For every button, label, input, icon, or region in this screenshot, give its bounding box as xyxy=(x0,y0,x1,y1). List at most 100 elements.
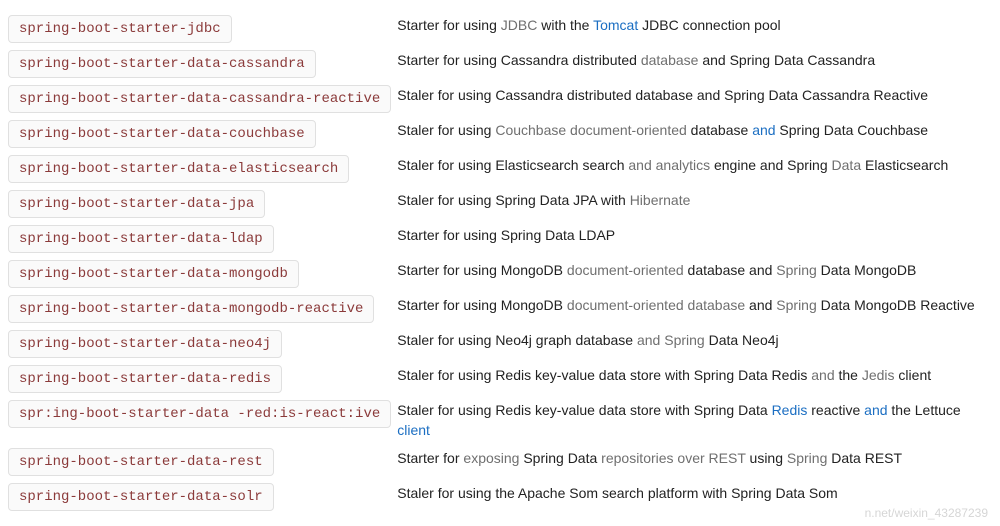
starter-name: spring-boot-starter-data-mongodb xyxy=(8,260,299,288)
starter-cell: spr:ing-boot-starter-data -red:is-react:… xyxy=(8,400,397,441)
starter-cell: spring-boot-starter-data-neo4j xyxy=(8,330,397,358)
starter-description: Starter for using MongoDB document-orien… xyxy=(397,260,992,288)
desc-text: and Spring Data Cassandra xyxy=(698,52,875,68)
desc-text: Starter for using Spring Data LDAP xyxy=(397,227,615,243)
desc-muted: repositories over REST xyxy=(601,450,745,466)
desc-muted: Jedis xyxy=(862,367,895,383)
desc-text: Staler for using Spring Data JPA with xyxy=(397,192,629,208)
table-row: spring-boot-starter-data-mongodb Starter … xyxy=(8,260,992,288)
starter-cell: spring-boot-starter-data-elasticsearch xyxy=(8,155,397,183)
starter-name: spring-boot-starter-data-cassandra xyxy=(8,50,316,78)
desc-muted: Spring xyxy=(776,262,816,278)
desc-muted: exposing xyxy=(463,450,519,466)
desc-text: Starter for xyxy=(397,450,463,466)
desc-muted: database xyxy=(641,52,699,68)
starter-name: spr:ing-boot-starter-data -red:is-react:… xyxy=(8,400,391,428)
starter-cell: spring-boot-starter-data-cassandra-react… xyxy=(8,85,397,113)
starter-name: spring-boot-starter-data-mongodb-reactiv… xyxy=(8,295,374,323)
desc-muted: and Spring xyxy=(637,332,705,348)
starter-name: spring-boot-starter-data-rest xyxy=(8,448,274,476)
table-row: spring-boot-starter-data-cassandra-react… xyxy=(8,85,992,113)
desc-text: database xyxy=(687,122,752,138)
starter-description: Staler for using Redis key-value data st… xyxy=(397,400,992,441)
starter-cell: spring-boot-starter-data-cassandra xyxy=(8,50,397,78)
starters-table: spring-boot-starter-jdbc Starter for usin… xyxy=(8,8,992,518)
desc-text: Staler for using Redis key-value data st… xyxy=(397,367,811,383)
desc-muted: and analytics xyxy=(628,157,710,173)
starter-name: spring-boot-starter-jdbc xyxy=(8,15,232,43)
starter-description: Staler for using the Apache Som search p… xyxy=(397,483,992,511)
desc-text: Starter for using MongoDB xyxy=(397,297,567,313)
desc-muted: JDBC xyxy=(501,17,538,33)
desc-link[interactable]: client xyxy=(397,422,430,438)
starter-cell: spring-boot-starter-data-couchbase xyxy=(8,120,397,148)
desc-text: JDBC connection pool xyxy=(638,17,780,33)
starter-cell: spring-boot-starter-data-redis xyxy=(8,365,397,393)
desc-text: Elasticsearch xyxy=(861,157,948,173)
starter-name: spring-boot-starter-data-redis xyxy=(8,365,282,393)
desc-text: Staler for using xyxy=(397,122,495,138)
table-row: spr:ing-boot-starter-data -red:is-react:… xyxy=(8,400,992,441)
starter-description: Staler for using Spring Data JPA with Hi… xyxy=(397,190,992,218)
desc-muted: document-oriented xyxy=(567,262,684,278)
table-row: spring-boot-starter-data-couchbase Staler… xyxy=(8,120,992,148)
desc-text: Staler for using Cassandra distributed d… xyxy=(397,87,928,103)
starter-description: Staler for using Elasticsearch search an… xyxy=(397,155,992,183)
starter-cell: spring-boot-starter-data-ldap xyxy=(8,225,397,253)
starter-name: spring-boot-starter-data-ldap xyxy=(8,225,274,253)
desc-link[interactable]: Redis xyxy=(772,402,808,418)
table-row: spring-boot-starter-data-mongodb-reactiv… xyxy=(8,295,992,323)
desc-text: Data MongoDB Reactive xyxy=(817,297,975,313)
table-row: spring-boot-starter-data-rest Starter for… xyxy=(8,448,992,476)
starter-name: spring-boot-starter-data-couchbase xyxy=(8,120,316,148)
desc-text: Starter for using xyxy=(397,17,501,33)
starter-cell: spring-boot-starter-data-jpa xyxy=(8,190,397,218)
table-row: spring-boot-starter-data-redis Staler for… xyxy=(8,365,992,393)
desc-link[interactable]: Tomcat xyxy=(593,17,638,33)
desc-text: using xyxy=(746,450,787,466)
desc-muted: and xyxy=(811,367,834,383)
starter-description: Staler for using Redis key-value data st… xyxy=(397,365,992,393)
desc-text: Data REST xyxy=(827,450,902,466)
starter-description: Starter for using Cassandra distributed … xyxy=(397,50,992,78)
starter-name: spring-boot-starter-data-solr xyxy=(8,483,274,511)
starter-cell: spring-boot-starter-data-solr xyxy=(8,483,397,511)
table-row: spring-boot-starter-data-ldap Starter for… xyxy=(8,225,992,253)
desc-text: Data MongoDB xyxy=(817,262,917,278)
desc-text: the Lettuce xyxy=(888,402,961,418)
desc-text: Data Neo4j xyxy=(705,332,779,348)
starter-name: spring-boot-starter-data-elasticsearch xyxy=(8,155,349,183)
desc-text: Staler for using Neo4j graph database xyxy=(397,332,637,348)
table-row: spring-boot-starter-data-neo4jStaler for… xyxy=(8,330,992,358)
starter-cell: spring-boot-starter-data-mongodb xyxy=(8,260,397,288)
desc-text: Starter for using MongoDB xyxy=(397,262,567,278)
desc-muted: Spring xyxy=(787,450,827,466)
desc-muted: Spring xyxy=(776,297,816,313)
desc-text: Starter for using Cassandra distributed xyxy=(397,52,641,68)
desc-text: Staler for using Elasticsearch search xyxy=(397,157,628,173)
starter-description: Starter for using MongoDB document-orien… xyxy=(397,295,992,323)
starter-cell: spring-boot-starter-data-rest xyxy=(8,448,397,476)
desc-link[interactable]: and xyxy=(752,122,775,138)
table-row: spring-boot-starter-data-elasticsearch St… xyxy=(8,155,992,183)
starter-description: Staler for using Neo4j graph database an… xyxy=(397,330,992,358)
starter-description: Staler for using Cassandra distributed d… xyxy=(397,85,992,113)
starter-cell: spring-boot-starter-data-mongodb-reactiv… xyxy=(8,295,397,323)
desc-text: Spring Data Couchbase xyxy=(776,122,929,138)
desc-text: Staler for using the Apache Som search p… xyxy=(397,485,837,501)
desc-text: and xyxy=(745,297,776,313)
desc-link[interactable]: and xyxy=(864,402,887,418)
desc-muted: document-oriented database xyxy=(567,297,745,313)
table-row: spring-boot-starter-jdbc Starter for usin… xyxy=(8,15,992,43)
table-row: spring-boot-starter-data-jpaStaler for u… xyxy=(8,190,992,218)
starter-name: spring-boot-starter-data-cassandra-react… xyxy=(8,85,391,113)
desc-text: Staler for using Redis key-value data st… xyxy=(397,402,771,418)
starter-description: Starter for using Spring Data LDAP xyxy=(397,225,992,253)
desc-text: engine and Spring xyxy=(710,157,831,173)
desc-muted: Couchbase document-oriented xyxy=(495,122,686,138)
desc-text: client xyxy=(895,367,932,383)
desc-text: Spring Data xyxy=(519,450,601,466)
desc-text: reactive xyxy=(807,402,864,418)
desc-muted: Data xyxy=(832,157,862,173)
starter-description: Starter for exposing Spring Data reposit… xyxy=(397,448,992,476)
